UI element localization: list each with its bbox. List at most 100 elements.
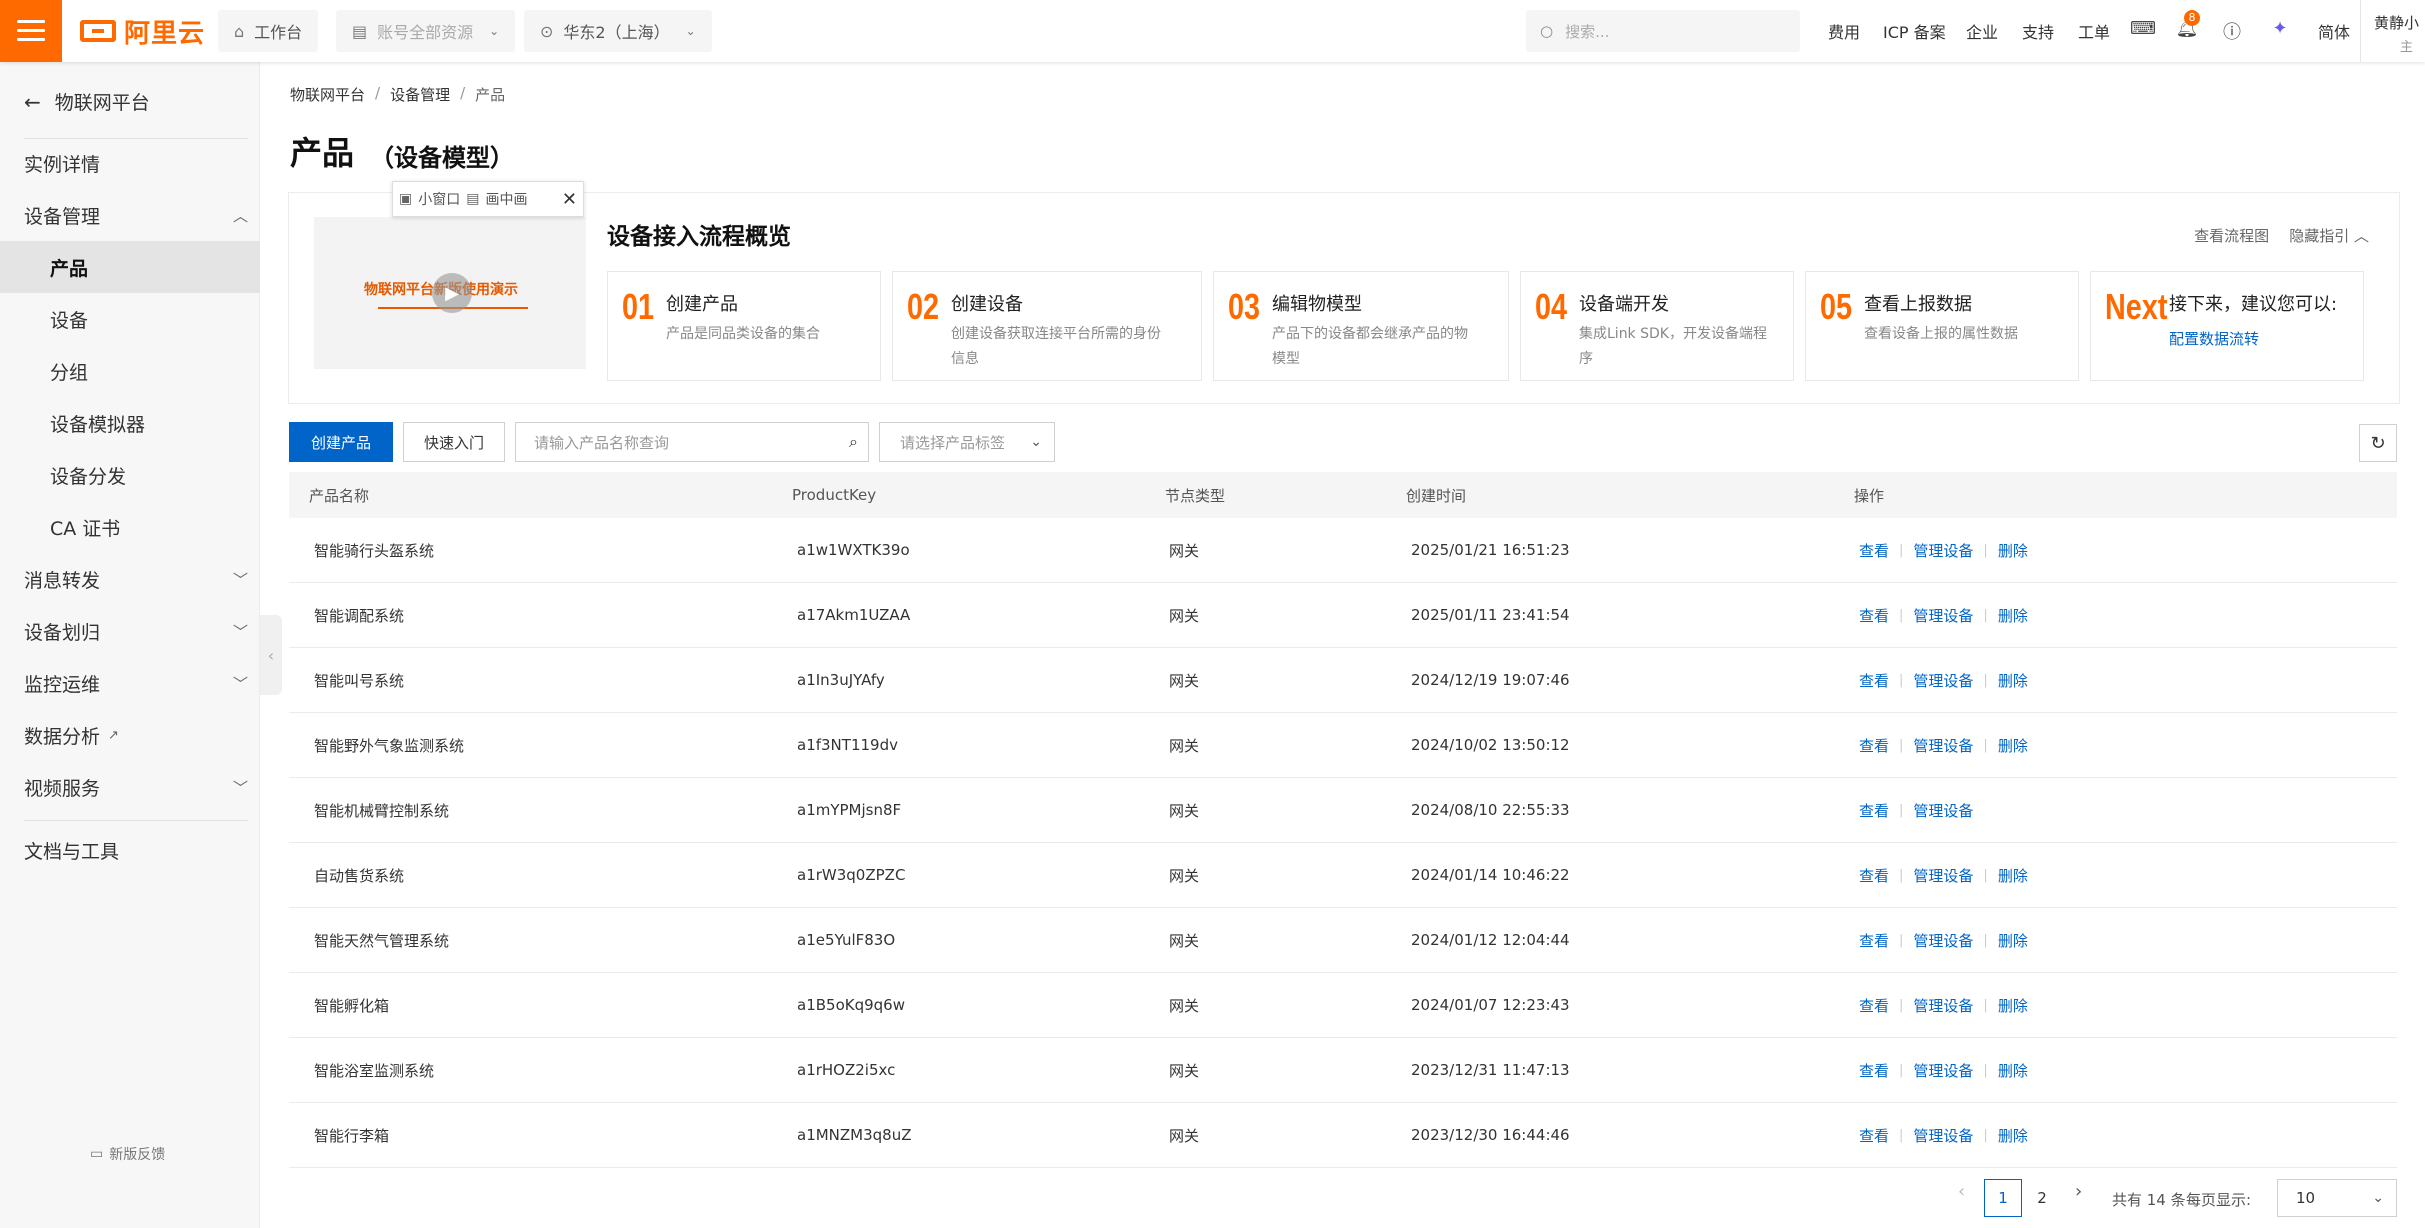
step-card-view-reported-data[interactable]: 05 查看上报数据 查看设备上报的属性数据 (1805, 271, 2079, 381)
manage-devices-link[interactable]: 管理设备 (1913, 865, 1973, 886)
product-tag-select[interactable]: 请选择产品标签 ⌄ (879, 422, 1055, 462)
page-size-select[interactable]: 10 ⌄ (2277, 1179, 2397, 1217)
ai-assistant-icon[interactable]: ✦ (2268, 18, 2292, 39)
step-card-create-device[interactable]: 02 创建设备 创建设备获取连接平台所需的身份 信息 (892, 271, 1202, 381)
action-separator: | (1983, 607, 1988, 623)
product-table: 产品名称 ProductKey 节点类型 创建时间 操作 智能骑行头盔系统 a1w… (289, 472, 2397, 1168)
chevron-right-icon[interactable]: › (2075, 1181, 2082, 1202)
view-link[interactable]: 查看 (1859, 1060, 1889, 1081)
breadcrumb-separator: / (460, 84, 466, 102)
sidebar-item-ca-certificate[interactable]: CA 证书 (0, 501, 260, 553)
aliyun-logo[interactable]: 阿里云 (80, 14, 206, 49)
delete-link[interactable]: 删除 (1998, 995, 2028, 1016)
delete-link[interactable]: 删除 (1998, 605, 2028, 626)
top-link-billing[interactable]: 费用 (1828, 19, 1860, 43)
step-card-device-development[interactable]: 04 设备端开发 集成Link SDK，开发设备端程 序 (1520, 271, 1794, 381)
sidebar-item-monitoring[interactable]: 监控运维 ﹀ (0, 657, 260, 709)
sidebar: ← 物联网平台 实例详情 设备管理 ︿ 产品 设备 分组 设备模拟器 设备分发 … (0, 62, 260, 1228)
sidebar-item-data-analysis[interactable]: 数据分析 ↗ (0, 709, 260, 761)
delete-link[interactable]: 删除 (1998, 865, 2028, 886)
step-card-create-product[interactable]: 01 创建产品 产品是同品类设备的集合 (607, 271, 881, 381)
create-product-button[interactable]: 创建产品 (289, 422, 393, 462)
menu-button[interactable] (0, 0, 62, 62)
view-link[interactable]: 查看 (1859, 605, 1889, 626)
delete-link[interactable]: 删除 (1998, 735, 2028, 756)
sidebar-item-product[interactable]: 产品 (0, 241, 260, 293)
page-button-2[interactable]: 2 (2023, 1179, 2061, 1217)
sidebar-item-device-management[interactable]: 设备管理 ︿ (0, 189, 260, 241)
global-search-placeholder: 搜索... (1565, 22, 1610, 41)
view-flowchart-link[interactable]: 查看流程图 (2194, 225, 2269, 246)
manage-devices-link[interactable]: 管理设备 (1913, 930, 1973, 951)
demo-video[interactable]: 物联网平台新版使用演示 ▶ (314, 217, 586, 369)
account-resources-dropdown[interactable]: ▤ 账号全部资源 ⌄ (336, 10, 516, 52)
breadcrumb-iot-platform[interactable]: 物联网平台 (290, 84, 365, 105)
view-link[interactable]: 查看 (1859, 540, 1889, 561)
sidebar-item-device-distribution[interactable]: 设备分发 (0, 449, 260, 501)
breadcrumb-device-management[interactable]: 设备管理 (390, 84, 450, 105)
sidebar-item-device[interactable]: 设备 (0, 293, 260, 345)
page-button-1[interactable]: 1 (1984, 1179, 2022, 1217)
configure-data-flow-link[interactable]: 配置数据流转 (2169, 328, 2259, 349)
global-search-input[interactable]: ○ 搜索... (1526, 10, 1800, 52)
top-link-enterprise[interactable]: 企业 (1966, 19, 1998, 43)
top-link-support[interactable]: 支持 (2022, 19, 2054, 43)
sidebar-item-label: 监控运维 (24, 673, 101, 696)
delete-link[interactable]: 删除 (1998, 540, 2028, 561)
manage-devices-link[interactable]: 管理设备 (1913, 800, 1973, 821)
delete-link[interactable]: 删除 (1998, 930, 2028, 951)
view-link[interactable]: 查看 (1859, 930, 1889, 951)
pip-button[interactable]: 画中画 (485, 189, 527, 209)
sidebar-item-message-forwarding[interactable]: 消息转发 ﹀ (0, 553, 260, 605)
top-link-ticket[interactable]: 工单 (2078, 19, 2110, 43)
view-link[interactable]: 查看 (1859, 995, 1889, 1016)
help-icon[interactable]: ⓘ (2220, 18, 2244, 44)
sidebar-item-group[interactable]: 分组 (0, 345, 260, 397)
small-window-button[interactable]: 小窗口 (418, 189, 460, 209)
refresh-button[interactable]: ↻ (2359, 424, 2397, 462)
step-card-edit-thing-model[interactable]: 03 编辑物模型 产品下的设备都会继承产品的物 模型 (1213, 271, 1509, 381)
user-name[interactable]: 黄静小 (2374, 12, 2419, 33)
language-switch[interactable]: 简体 (2318, 19, 2350, 43)
delete-link[interactable]: 删除 (1998, 670, 2028, 691)
view-link[interactable]: 查看 (1859, 1125, 1889, 1146)
sidebar-item-device-simulator[interactable]: 设备模拟器 (0, 397, 260, 449)
search-icon[interactable]: ⌕ (849, 432, 858, 452)
chevron-left-icon[interactable]: ‹ (1958, 1181, 1965, 1202)
sidebar-item-video-service[interactable]: 视频服务 ﹀ (0, 761, 260, 813)
manage-devices-link[interactable]: 管理设备 (1913, 605, 1973, 626)
hide-guide-link[interactable]: 隐藏指引 ︿ (2289, 225, 2369, 246)
quick-start-button[interactable]: 快速入门 (403, 422, 505, 462)
back-to-iot-platform[interactable]: ← 物联网平台 (24, 88, 150, 115)
region-dropdown[interactable]: ⊙ 华东2（上海） ⌄ (524, 10, 712, 52)
sidebar-item-docs-tools[interactable]: 文档与工具 (0, 824, 260, 876)
feedback-link[interactable]: ▭ 新版反馈 (90, 1144, 165, 1164)
breadcrumb-product: 产品 (475, 86, 506, 104)
manage-devices-link[interactable]: 管理设备 (1913, 540, 1973, 561)
sidebar-collapse-handle[interactable]: ‹ (260, 615, 282, 695)
step-title: 设备端开发 (1579, 294, 1669, 315)
manage-devices-link[interactable]: 管理设备 (1913, 995, 1973, 1016)
manage-devices-link[interactable]: 管理设备 (1913, 1125, 1973, 1146)
top-link-icp[interactable]: ICP 备案 (1883, 19, 1946, 43)
view-link[interactable]: 查看 (1859, 800, 1889, 821)
workbench-button[interactable]: ⌂ 工作台 (218, 10, 319, 52)
sidebar-item-instance-details[interactable]: 实例详情 (0, 137, 260, 189)
logo-text: 阿里云 (124, 18, 206, 49)
action-separator: | (1899, 737, 1904, 753)
delete-link[interactable]: 删除 (1998, 1125, 2028, 1146)
delete-link[interactable]: 删除 (1998, 1060, 2028, 1081)
sidebar-item-device-assignment[interactable]: 设备划归 ﹀ (0, 605, 260, 657)
view-link[interactable]: 查看 (1859, 670, 1889, 691)
view-link[interactable]: 查看 (1859, 735, 1889, 756)
product-search-input[interactable]: 请输入产品名称查询 ⌕ (515, 422, 869, 462)
view-link[interactable]: 查看 (1859, 865, 1889, 886)
manage-devices-link[interactable]: 管理设备 (1913, 1060, 1973, 1081)
manage-devices-link[interactable]: 管理设备 (1913, 670, 1973, 691)
close-icon[interactable]: ✕ (562, 189, 577, 210)
step-number: 05 (1820, 286, 1853, 327)
row-actions: 查看 | 管理设备 | 删除 (1859, 973, 2028, 1037)
manage-devices-link[interactable]: 管理设备 (1913, 735, 1973, 756)
play-icon[interactable]: ▶ (432, 273, 472, 313)
terminal-icon[interactable]: ⌨ (2130, 18, 2156, 39)
